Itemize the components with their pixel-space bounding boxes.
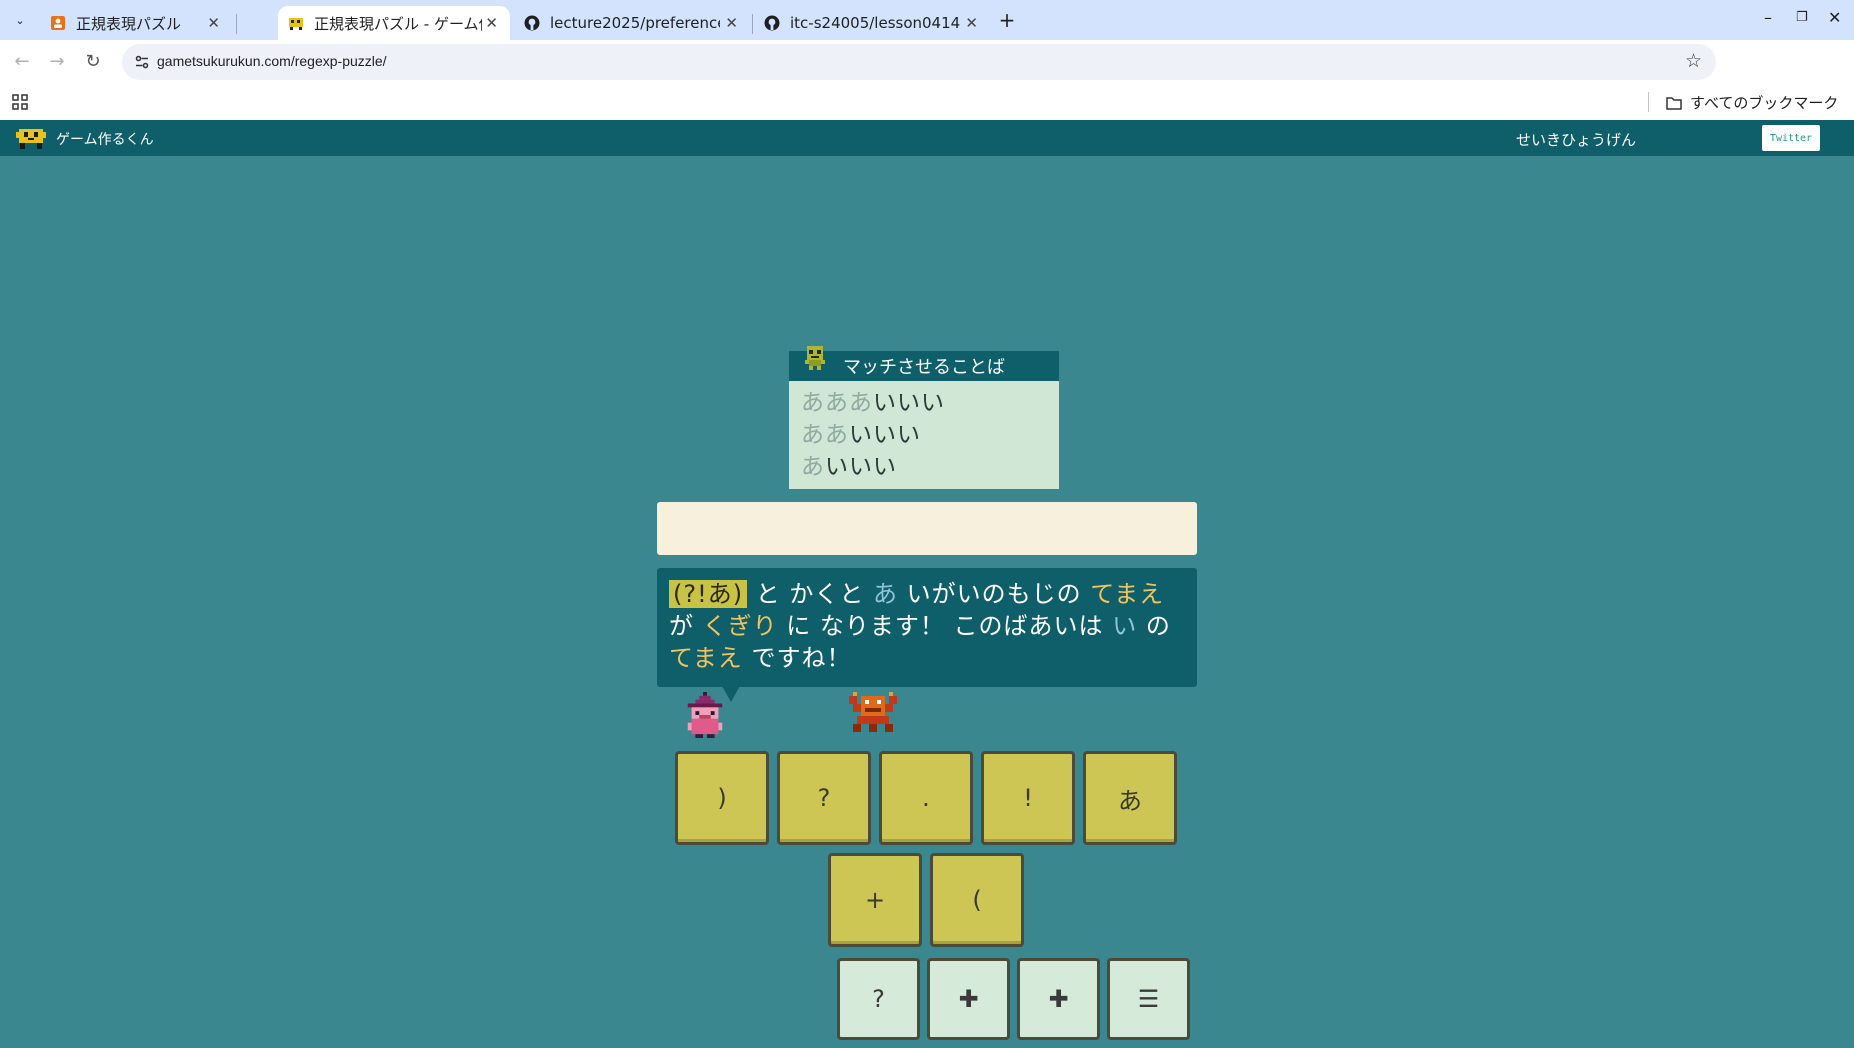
key-a-hiragana[interactable]: あ	[1083, 751, 1177, 845]
tab-close-icon[interactable]: ✕	[485, 14, 498, 32]
target-words-panel: マッチさせることば あああいいい ああいいい あいいい	[789, 346, 1059, 489]
restore-icon[interactable]: ❐	[1796, 10, 1808, 25]
tab-regexp-puzzle[interactable]: 正規表現パズル ✕	[40, 6, 232, 40]
site-header: ゲーム作るくん せいきひょうげん Twitter	[0, 120, 1854, 156]
forward-icon[interactable]: →	[46, 51, 68, 73]
minimize-icon[interactable]: –	[1764, 8, 1772, 27]
hint-button[interactable]: ?	[837, 958, 920, 1040]
folder-icon	[1666, 96, 1682, 110]
bookmark-star-icon[interactable]: ☆	[1685, 50, 1702, 72]
key-dot[interactable]: .	[879, 751, 973, 845]
bookmark-separator	[1648, 92, 1649, 112]
regex-input-field[interactable]	[657, 502, 1197, 555]
github-icon	[764, 15, 780, 31]
url-text: gametsukurukun.com/regexp-puzzle/	[157, 53, 387, 69]
game-maker-favicon-icon	[288, 15, 304, 31]
tab-itc-s24005-lesson0414[interactable]: itc-s24005/lesson0414 ✕	[754, 6, 990, 40]
bookmark-bar: すべてのブックマーク	[0, 84, 1854, 120]
github-icon	[524, 15, 540, 31]
regex-code-snippet: (?!あ)	[669, 580, 748, 608]
site-name-link[interactable]: ゲーム作るくん	[56, 129, 154, 149]
key-close-paren[interactable]: )	[675, 751, 769, 845]
target-word: あいいい	[801, 454, 897, 480]
crab-monster-icon	[849, 692, 897, 732]
game-maker-logo-icon[interactable]	[16, 126, 46, 150]
tab-title: lecture2025/preferences	[550, 14, 720, 32]
tab-close-icon[interactable]: ✕	[725, 14, 738, 32]
explanation-dialog: (?!あ) と かくと あ いがいのもじの てまえ が くぎり に なります！ …	[657, 568, 1197, 687]
tab-separator	[752, 14, 753, 34]
apps-grid-icon[interactable]	[11, 93, 29, 111]
tab-favicon-icon	[50, 15, 66, 31]
key-plus[interactable]: +	[828, 853, 922, 947]
tab-title: 正規表現パズル	[76, 14, 182, 33]
browser-tab-bar: ⌄ 正規表現パズル ✕ 正規表現パズル - ゲーム作るくん ✕ lecture2…	[0, 0, 1854, 40]
menu-button[interactable]: ☰	[1107, 958, 1190, 1040]
window-close-icon[interactable]: ✕	[1828, 8, 1841, 27]
zoom-in-button[interactable]: ✚	[927, 958, 1010, 1040]
tab-title: 正規表現パズル - ゲーム作るくん	[314, 14, 482, 33]
tab-search-icon[interactable]: ⌄	[9, 9, 31, 31]
target-words-list: あああいいい ああいいい あいいい	[789, 381, 1059, 483]
tab-close-icon[interactable]: ✕	[965, 14, 978, 32]
add-button[interactable]: ✚	[1017, 958, 1100, 1040]
all-bookmarks-button[interactable]: すべてのブックマーク	[1666, 92, 1838, 113]
witch-character-icon	[687, 692, 723, 738]
key-question[interactable]: ?	[777, 751, 871, 845]
target-word: あああいいい	[801, 390, 945, 416]
target-words-title: マッチさせることば	[789, 351, 1059, 381]
all-bookmarks-label: すべてのブックマーク	[1690, 94, 1839, 112]
key-open-paren[interactable]: (	[930, 853, 1024, 947]
reload-icon[interactable]: ↻	[82, 51, 104, 73]
address-bar[interactable]: gametsukurukun.com/regexp-puzzle/ ☆	[122, 44, 1716, 80]
robot-mascot-icon	[805, 346, 825, 370]
tab-regexp-puzzle-game[interactable]: 正規表現パズル - ゲーム作るくん ✕	[278, 6, 510, 40]
tab-lecture2025-preferences[interactable]: lecture2025/preferences ✕	[514, 6, 750, 40]
tab-separator	[236, 14, 237, 34]
twitter-share-button[interactable]: Twitter	[1762, 125, 1820, 151]
back-icon[interactable]: ←	[11, 51, 33, 73]
browser-toolbar: ← → ↻ gametsukurukun.com/regexp-puzzle/ …	[0, 40, 1854, 114]
page-name: せいきひょうげん	[1515, 131, 1636, 149]
tab-title: itc-s24005/lesson0414	[790, 14, 960, 32]
tab-close-icon[interactable]: ✕	[207, 14, 220, 32]
new-tab-icon[interactable]: +	[995, 8, 1019, 32]
key-exclamation[interactable]: !	[981, 751, 1075, 845]
site-info-icon[interactable]	[134, 54, 150, 70]
target-word: ああいいい	[801, 422, 921, 448]
